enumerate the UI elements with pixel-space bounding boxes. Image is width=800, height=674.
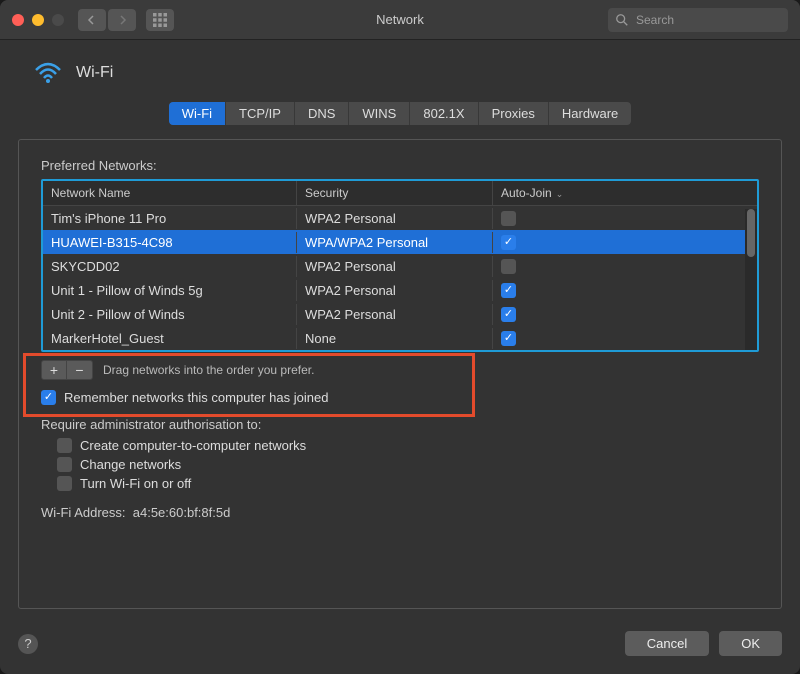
security-cell: WPA2 Personal <box>297 280 493 301</box>
tab-wins[interactable]: WINS <box>349 102 410 125</box>
zoom-window-button[interactable] <box>52 14 64 26</box>
security-cell: WPA2 Personal <box>297 208 493 229</box>
table-header: Network Name Security Auto-Join⌄ <box>43 181 757 206</box>
wifi-address-row: Wi-Fi Address: a4:5e:60:bf:8f:5d <box>41 505 759 520</box>
autojoin-cell <box>493 328 757 349</box>
column-network-name[interactable]: Network Name <box>43 181 297 205</box>
table-row[interactable]: MarkerHotel_GuestNone <box>43 326 757 350</box>
close-window-button[interactable] <box>12 14 24 26</box>
security-cell: WPA2 Personal <box>297 256 493 277</box>
table-row[interactable]: HUAWEI-B315-4C98WPA/WPA2 Personal <box>43 230 757 254</box>
autojoin-cell <box>493 304 757 325</box>
tab-wifi[interactable]: Wi-Fi <box>169 102 226 125</box>
remove-network-button[interactable]: − <box>67 360 93 380</box>
table-row[interactable]: Unit 1 - Pillow of Winds 5gWPA2 Personal <box>43 278 757 302</box>
autojoin-checkbox[interactable] <box>501 307 516 322</box>
chevron-down-icon: ⌄ <box>556 189 564 199</box>
admin-option-row[interactable]: Change networks <box>57 457 759 472</box>
remember-networks-label: Remember networks this computer has join… <box>64 390 328 405</box>
table-row[interactable]: Unit 2 - Pillow of WindsWPA2 Personal <box>43 302 757 326</box>
remember-networks-row[interactable]: Remember networks this computer has join… <box>41 390 759 405</box>
admin-option-label: Create computer-to-computer networks <box>80 438 306 453</box>
autojoin-cell <box>493 280 757 301</box>
forward-button[interactable] <box>108 9 136 31</box>
help-button[interactable]: ? <box>18 634 38 654</box>
admin-option-checkbox[interactable] <box>57 476 72 491</box>
search-input[interactable] <box>608 8 788 32</box>
table-body: Tim's iPhone 11 ProWPA2 PersonalHUAWEI-B… <box>43 206 757 351</box>
security-cell: WPA2 Personal <box>297 304 493 325</box>
network-name-cell: HUAWEI-B315-4C98 <box>43 232 297 253</box>
ok-button[interactable]: OK <box>719 631 782 656</box>
tab-8021x[interactable]: 802.1X <box>410 102 478 125</box>
wifi-icon <box>34 62 62 84</box>
preferred-networks-table: Network Name Security Auto-Join⌄ Tim's i… <box>41 179 759 352</box>
wifi-panel: Preferred Networks: Network Name Securit… <box>18 139 782 609</box>
column-security[interactable]: Security <box>297 181 493 205</box>
admin-option-checkbox[interactable] <box>57 438 72 453</box>
search-icon <box>615 13 629 27</box>
table-row[interactable]: Tim's iPhone 11 ProWPA2 Personal <box>43 206 757 230</box>
autojoin-checkbox[interactable] <box>501 211 516 226</box>
network-name-cell: SKYCDD02 <box>43 256 297 277</box>
nav-buttons <box>78 9 136 31</box>
autojoin-checkbox[interactable] <box>501 259 516 274</box>
minimize-window-button[interactable] <box>32 14 44 26</box>
network-name-cell: Unit 2 - Pillow of Winds <box>43 304 297 325</box>
scroll-thumb[interactable] <box>747 209 755 257</box>
footer: ? Cancel OK <box>0 621 800 674</box>
autojoin-checkbox[interactable] <box>501 331 516 346</box>
network-name-cell: Unit 1 - Pillow of Winds 5g <box>43 280 297 301</box>
table-row[interactable]: SKYCDD02WPA2 Personal <box>43 254 757 278</box>
security-cell: None <box>297 328 493 349</box>
network-preferences-window: Network Wi-Fi Wi-FiTCP/IPDNSWINS802.1XPr… <box>0 0 800 674</box>
wifi-address-label: Wi-Fi Address: <box>41 505 126 520</box>
back-button[interactable] <box>78 9 106 31</box>
security-cell: WPA/WPA2 Personal <box>297 232 493 253</box>
tab-dns[interactable]: DNS <box>295 102 349 125</box>
tab-hardware[interactable]: Hardware <box>549 102 631 125</box>
scrollbar[interactable] <box>745 209 757 350</box>
add-remove-buttons: + − <box>41 360 93 380</box>
page-title: Wi-Fi <box>76 64 113 82</box>
show-all-button[interactable] <box>146 9 174 31</box>
admin-option-checkbox[interactable] <box>57 457 72 472</box>
window-controls <box>12 14 64 26</box>
preferred-networks-label: Preferred Networks: <box>41 158 759 173</box>
column-auto-join[interactable]: Auto-Join⌄ <box>493 181 757 205</box>
add-remove-row: + − Drag networks into the order you pre… <box>41 360 759 380</box>
require-admin-label: Require administrator authorisation to: <box>41 417 759 432</box>
autojoin-cell <box>493 256 757 277</box>
admin-option-row[interactable]: Turn Wi-Fi on or off <box>57 476 759 491</box>
tab-proxies[interactable]: Proxies <box>479 102 549 125</box>
autojoin-cell <box>493 232 757 253</box>
drag-hint: Drag networks into the order you prefer. <box>103 363 314 377</box>
header-row: Wi-Fi <box>0 40 800 102</box>
remember-networks-checkbox[interactable] <box>41 390 56 405</box>
search-wrap <box>608 8 788 32</box>
wifi-address-value: a4:5e:60:bf:8f:5d <box>133 505 231 520</box>
cancel-button[interactable]: Cancel <box>625 631 709 656</box>
admin-option-row[interactable]: Create computer-to-computer networks <box>57 438 759 453</box>
admin-option-label: Change networks <box>80 457 181 472</box>
titlebar: Network <box>0 0 800 40</box>
tab-bar: Wi-FiTCP/IPDNSWINS802.1XProxiesHardware <box>169 102 632 125</box>
admin-option-label: Turn Wi-Fi on or off <box>80 476 191 491</box>
autojoin-checkbox[interactable] <box>501 283 516 298</box>
autojoin-checkbox[interactable] <box>501 235 516 250</box>
tab-tcpip[interactable]: TCP/IP <box>226 102 295 125</box>
network-name-cell: Tim's iPhone 11 Pro <box>43 208 297 229</box>
autojoin-cell <box>493 208 757 229</box>
network-name-cell: MarkerHotel_Guest <box>43 328 297 349</box>
add-network-button[interactable]: + <box>41 360 67 380</box>
